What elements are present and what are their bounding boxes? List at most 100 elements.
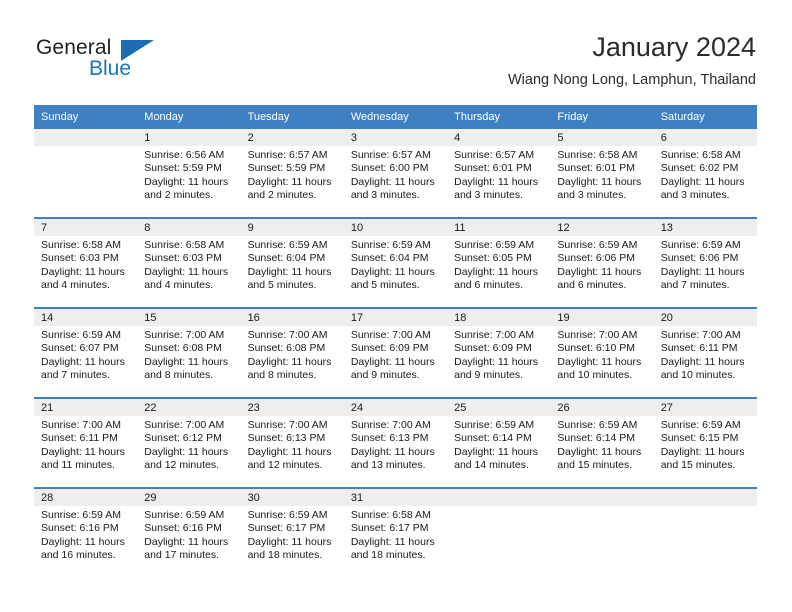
day-detail: Sunrise: 7:00 AM Sunset: 6:13 PM Daylight:…: [344, 416, 447, 473]
sunset-text: Sunset: 5:59 PM: [247, 162, 326, 175]
day-cell[interactable]: 25 Sunrise: 6:59 AM Sunset: 6:14 PM Dayligh…: [447, 399, 551, 487]
day-number: 1: [137, 129, 241, 146]
day-number: 17: [343, 309, 448, 326]
day-cell[interactable]: 18 Sunrise: 7:00 AM Sunset: 6:09 PM Dayligh…: [447, 309, 551, 397]
day-cell[interactable]: 31 Sunrise: 6:58 AM Sunset: 6:17 PM Dayligh…: [343, 489, 448, 577]
daylight-text-line2: and 14 minutes.: [454, 459, 529, 472]
sunrise-text: Sunrise: 6:59 AM: [350, 239, 431, 251]
sunrise-text: Sunrise: 6:56 AM: [144, 149, 225, 161]
day-cell[interactable]: 16 Sunrise: 7:00 AM Sunset: 6:08 PM Dayligh…: [240, 309, 344, 397]
brand-logo[interactable]: General Blue: [36, 36, 256, 92]
weekday-header-monday: Monday: [144, 111, 184, 123]
day-cell[interactable]: 7 Sunrise: 6:58 AM Sunset: 6:03 PM Daylight…: [34, 219, 138, 307]
sunrise-text: Sunrise: 6:58 AM: [144, 239, 225, 251]
day-cell-empty: [550, 489, 654, 577]
sunset-text: Sunset: 6:08 PM: [247, 342, 326, 355]
day-cell[interactable]: 3 Sunrise: 6:57 AM Sunset: 6:00 PM Daylight…: [343, 129, 448, 217]
day-number: 18: [447, 309, 551, 326]
sunset-text: Sunset: 6:03 PM: [41, 252, 119, 265]
day-cell[interactable]: 17 Sunrise: 7:00 AM Sunset: 6:09 PM Dayligh…: [343, 309, 448, 397]
daylight-text-line2: and 3 minutes.: [557, 189, 627, 202]
day-cell[interactable]: 24 Sunrise: 7:00 AM Sunset: 6:13 PM Dayligh…: [343, 399, 448, 487]
daylight-text-line1: Daylight: 11 hours: [144, 175, 229, 188]
daylight-text-line1: Daylight: 11 hours: [144, 445, 229, 458]
daylight-text-line1: Daylight: 11 hours: [247, 445, 332, 458]
sunset-text: Sunset: 6:16 PM: [41, 522, 119, 535]
day-cell[interactable]: 29 Sunrise: 6:59 AM Sunset: 6:16 PM Dayligh…: [137, 489, 241, 577]
day-cell[interactable]: 4 Sunrise: 6:57 AM Sunset: 6:01 PM Daylight…: [447, 129, 551, 217]
calendar-grid: Sunday Monday Tuesday Wednesday Thursday…: [34, 105, 757, 577]
day-cell[interactable]: 23 Sunrise: 7:00 AM Sunset: 6:13 PM Dayligh…: [240, 399, 344, 487]
day-cell[interactable]: 28 Sunrise: 6:59 AM Sunset: 6:16 PM Dayligh…: [34, 489, 138, 577]
day-cell[interactable]: 10 Sunrise: 6:59 AM Sunset: 6:04 PM Dayligh…: [343, 219, 448, 307]
day-number: 31: [343, 489, 448, 506]
day-cell[interactable]: 9 Sunrise: 6:59 AM Sunset: 6:04 PM Daylight…: [240, 219, 344, 307]
day-number: 27: [653, 399, 757, 416]
sunrise-text: Sunrise: 7:00 AM: [247, 329, 328, 341]
day-number: 2: [240, 129, 344, 146]
day-cell[interactable]: 6 Sunrise: 6:58 AM Sunset: 6:02 PM Daylight…: [653, 129, 757, 217]
sunset-text: Sunset: 6:13 PM: [247, 432, 326, 445]
day-detail: Sunrise: 6:59 AM Sunset: 6:14 PM Daylight:…: [550, 416, 653, 473]
sunrise-text: Sunrise: 7:00 AM: [454, 329, 535, 341]
day-detail: Sunrise: 6:58 AM Sunset: 6:03 PM Daylight:…: [34, 236, 137, 293]
daylight-text-line2: and 8 minutes.: [247, 369, 317, 382]
day-detail: Sunrise: 6:58 AM Sunset: 6:17 PM Daylight:…: [344, 506, 447, 563]
sunrise-text: Sunrise: 6:59 AM: [247, 509, 328, 521]
daylight-text-line1: Daylight: 11 hours: [144, 355, 229, 368]
day-cell[interactable]: 8 Sunrise: 6:58 AM Sunset: 6:03 PM Daylight…: [137, 219, 241, 307]
daylight-text-line1: Daylight: 11 hours: [454, 175, 538, 188]
day-cell[interactable]: 27 Sunrise: 6:59 AM Sunset: 6:15 PM Dayligh…: [653, 399, 757, 487]
daylight-text-line2: and 18 minutes.: [350, 549, 426, 562]
day-detail: Sunrise: 7:00 AM Sunset: 6:11 PM Daylight:…: [654, 326, 757, 383]
sunrise-text: Sunrise: 6:57 AM: [454, 149, 535, 161]
day-cell[interactable]: 26 Sunrise: 6:59 AM Sunset: 6:14 PM Dayligh…: [550, 399, 654, 487]
sunrise-text: Sunrise: 6:59 AM: [660, 419, 741, 431]
day-cell[interactable]: 30 Sunrise: 6:59 AM Sunset: 6:17 PM Dayligh…: [240, 489, 344, 577]
day-cell[interactable]: 5 Sunrise: 6:58 AM Sunset: 6:01 PM Daylight…: [550, 129, 654, 217]
sunset-text: Sunset: 6:08 PM: [144, 342, 222, 355]
daylight-text-line2: and 6 minutes.: [557, 279, 627, 292]
day-cell[interactable]: 2 Sunrise: 6:57 AM Sunset: 5:59 PM Daylight…: [240, 129, 344, 217]
day-cell[interactable]: 14 Sunrise: 6:59 AM Sunset: 6:07 PM Dayligh…: [34, 309, 138, 397]
sunrise-text: Sunrise: 6:59 AM: [41, 329, 121, 341]
day-cell[interactable]: 12 Sunrise: 6:59 AM Sunset: 6:06 PM Dayligh…: [550, 219, 654, 307]
sunrise-text: Sunrise: 6:59 AM: [557, 419, 638, 431]
sunset-text: Sunset: 5:59 PM: [144, 162, 222, 175]
sunset-text: Sunset: 6:12 PM: [144, 432, 222, 445]
sunrise-text: Sunrise: 6:58 AM: [660, 149, 741, 161]
day-cell[interactable]: 15 Sunrise: 7:00 AM Sunset: 6:08 PM Dayligh…: [137, 309, 241, 397]
sunset-text: Sunset: 6:11 PM: [660, 342, 738, 355]
day-cell[interactable]: 13 Sunrise: 6:59 AM Sunset: 6:06 PM Dayligh…: [653, 219, 757, 307]
sunrise-text: Sunrise: 7:00 AM: [41, 419, 121, 431]
day-number: 21: [34, 399, 138, 416]
sunrise-text: Sunrise: 6:59 AM: [247, 239, 328, 251]
daylight-text-line1: Daylight: 11 hours: [557, 445, 642, 458]
daylight-text-line2: and 5 minutes.: [247, 279, 317, 292]
daylight-text-line2: and 4 minutes.: [41, 279, 110, 292]
sunset-text: Sunset: 6:06 PM: [557, 252, 636, 265]
day-cell[interactable]: 19 Sunrise: 7:00 AM Sunset: 6:10 PM Dayligh…: [550, 309, 654, 397]
day-number: 9: [240, 219, 344, 236]
day-number: 7: [34, 219, 138, 236]
sunrise-text: Sunrise: 6:59 AM: [454, 239, 535, 251]
day-cell[interactable]: 1 Sunrise: 6:56 AM Sunset: 5:59 PM Daylight…: [137, 129, 241, 217]
day-number: 12: [550, 219, 654, 236]
day-cell[interactable]: 11 Sunrise: 6:59 AM Sunset: 6:05 PM Dayligh…: [447, 219, 551, 307]
day-detail: Sunrise: 6:59 AM Sunset: 6:14 PM Daylight:…: [447, 416, 550, 473]
day-cell[interactable]: 20 Sunrise: 7:00 AM Sunset: 6:11 PM Dayligh…: [653, 309, 757, 397]
page-subtitle: Wiang Nong Long, Lamphun, Thailand: [507, 72, 756, 88]
day-cell-empty: [653, 489, 757, 577]
sunset-text: Sunset: 6:09 PM: [454, 342, 532, 355]
sunrise-text: Sunrise: 6:58 AM: [557, 149, 638, 161]
day-number: 24: [343, 399, 448, 416]
page-title: January 2024: [592, 32, 756, 62]
day-cell[interactable]: 21 Sunrise: 7:00 AM Sunset: 6:11 PM Dayligh…: [34, 399, 138, 487]
daylight-text-line2: and 10 minutes.: [557, 369, 633, 382]
day-cell[interactable]: 22 Sunrise: 7:00 AM Sunset: 6:12 PM Dayligh…: [137, 399, 241, 487]
day-detail: Sunrise: 6:59 AM Sunset: 6:17 PM Daylight:…: [241, 506, 344, 563]
day-number: 28: [34, 489, 138, 506]
daylight-text-line1: Daylight: 11 hours: [41, 355, 125, 368]
sunset-text: Sunset: 6:03 PM: [144, 252, 222, 265]
sunrise-text: Sunrise: 6:59 AM: [144, 509, 225, 521]
